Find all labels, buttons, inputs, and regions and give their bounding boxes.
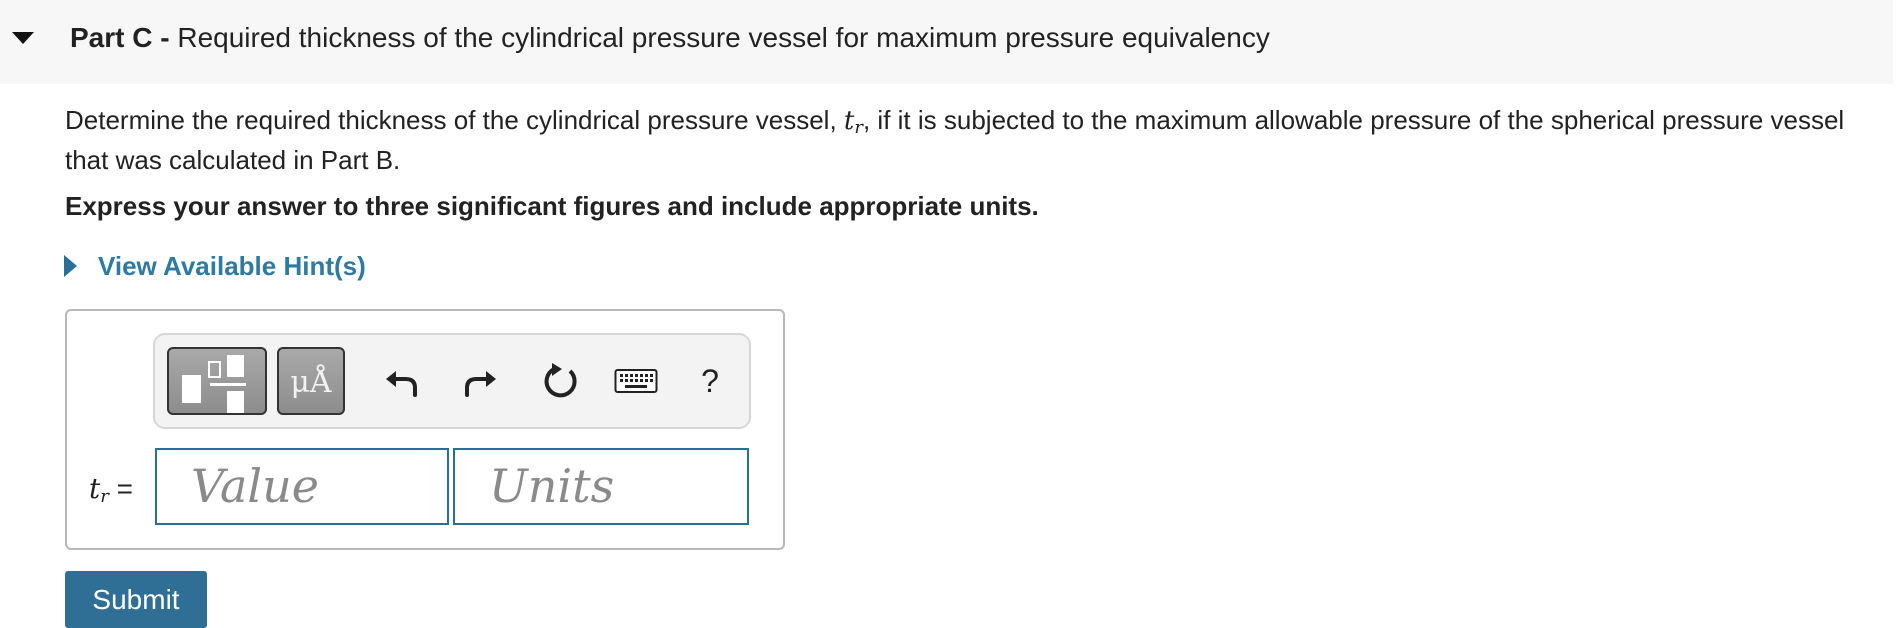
units-button[interactable]: μÅ (277, 347, 345, 415)
answer-instruction: Express your answer to three significant… (65, 191, 1039, 221)
units-input[interactable]: Units (453, 448, 749, 525)
submit-button[interactable]: Submit (65, 571, 207, 628)
part-title-text: Required thickness of the cylindrical pr… (177, 22, 1270, 53)
reset-icon (544, 363, 577, 398)
reset-button[interactable] (535, 353, 585, 409)
expand-triangle-icon (64, 255, 77, 277)
keyboard-button[interactable] (611, 353, 661, 409)
redo-icon (465, 371, 496, 397)
question-symbol: tr (843, 106, 863, 138)
answer-var-sub: r (100, 486, 109, 507)
templates-icon (182, 355, 246, 413)
value-input[interactable]: Value (155, 448, 449, 525)
collapse-toggle-icon[interactable] (12, 32, 34, 44)
answer-box: μÅ ? tr = Value Units (65, 309, 785, 550)
part-header: Part C - Required thickness of the cylin… (0, 0, 1893, 84)
question-symbol-base: t (843, 106, 855, 136)
view-hints-link[interactable]: View Available Hint(s) (64, 250, 366, 282)
question-text: Determine the required thickness of the … (65, 104, 1885, 176)
view-hints-label: View Available Hint(s) (98, 251, 366, 281)
question-symbol-sub: r (854, 117, 863, 138)
answer-var-symbol: t (89, 472, 101, 505)
help-button[interactable]: ? (685, 353, 735, 409)
part-label: Part C - (70, 22, 170, 53)
question-text-before: Determine the required thickness of the … (65, 105, 844, 135)
undo-icon (386, 371, 417, 397)
templates-button[interactable] (167, 347, 267, 415)
part-title: Part C - Required thickness of the cylin… (70, 22, 1270, 54)
answer-variable-label: tr = (89, 471, 133, 515)
math-toolbar: μÅ ? (153, 333, 751, 429)
equals-sign: = (116, 473, 134, 504)
keyboard-icon (614, 369, 658, 393)
undo-button[interactable] (377, 353, 427, 409)
units-glyph: μÅ (290, 365, 332, 400)
redo-button[interactable] (455, 353, 505, 409)
